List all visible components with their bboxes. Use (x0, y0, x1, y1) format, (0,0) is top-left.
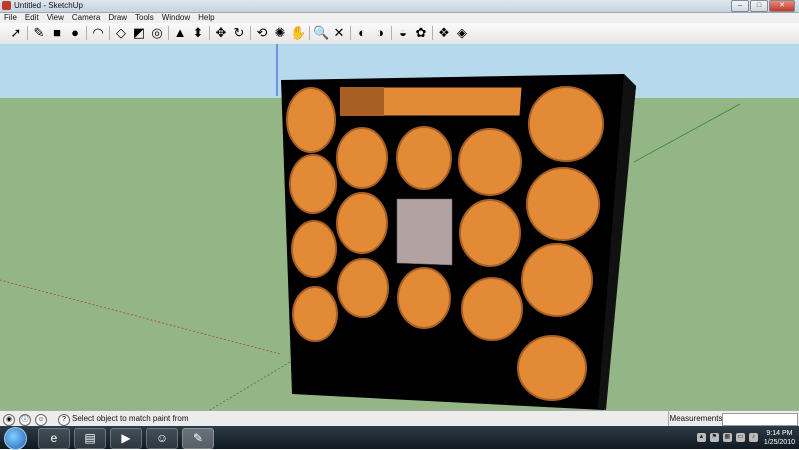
window-title: Untitled - SketchUp (14, 1, 83, 10)
model-viewport[interactable] (0, 44, 799, 410)
orbit-tool-icon[interactable]: ✺ (272, 25, 288, 41)
next-view-icon[interactable]: ◑ (372, 25, 388, 41)
measurements-input[interactable] (722, 413, 798, 426)
menu-bar: File Edit View Camera Draw Tools Window … (0, 13, 799, 23)
offset-tool-icon[interactable]: ⟲ (254, 25, 270, 41)
selected-panel (396, 198, 453, 266)
rectangle-tool-icon[interactable]: ■ (49, 25, 65, 41)
port-col3-2 (397, 267, 451, 329)
window-controls: – □ ✕ (730, 0, 795, 12)
get-models-icon[interactable]: ◒ (395, 25, 411, 41)
port-right-3 (521, 243, 593, 317)
title-bar: Untitled - SketchUp – □ ✕ (0, 0, 799, 13)
port-col2-1 (336, 127, 388, 189)
paint-bucket-icon[interactable]: ▲ (172, 25, 188, 41)
tray-volume-icon[interactable]: ♪ (748, 433, 758, 442)
menu-edit[interactable]: Edit (21, 13, 43, 23)
select-tool-icon[interactable]: ➚ (8, 25, 24, 41)
maximize-button[interactable]: □ (750, 0, 768, 12)
menu-file[interactable]: File (0, 13, 21, 23)
port-col4-1 (458, 128, 522, 196)
components-icon[interactable]: ❖ (436, 25, 452, 41)
port-right-1 (528, 86, 604, 162)
port-col3-1 (396, 126, 452, 190)
zoom-extents-icon[interactable]: ✕ (331, 25, 347, 41)
pan-tool-icon[interactable]: ✋ (290, 25, 306, 41)
media-player-taskbar-icon[interactable]: ▶ (110, 428, 142, 449)
toolbar-separator (391, 26, 392, 40)
geo-location-icon[interactable]: ◉ (3, 414, 15, 426)
sketchup-app-icon (2, 1, 11, 10)
port-col2-2 (336, 192, 388, 254)
measurements-label: Measurements (668, 411, 723, 427)
port-right-4 (517, 335, 587, 401)
3d-scene (0, 44, 799, 410)
circle-tool-icon[interactable]: ● (67, 25, 83, 41)
minimize-button[interactable]: – (731, 0, 749, 12)
move-tool-icon[interactable]: ✥ (213, 25, 229, 41)
credits-icon[interactable]: ⓘ (19, 414, 31, 426)
close-button[interactable]: ✕ (769, 0, 795, 12)
menu-tools[interactable]: Tools (131, 13, 158, 23)
toolbar-separator (209, 26, 210, 40)
tray-power-icon[interactable]: ▭ (735, 433, 745, 442)
port-col4-2 (459, 199, 521, 267)
toolbar-separator (350, 26, 351, 40)
main-toolbar: ➚ ✎ ■ ● ◠ ◇ ◩ ◎ ▲ ⬍ ✥ ↻ ⟲ ✺ ✋ 🔍 ✕ ◐ ◑ ◒ ✿ ❖ ◈ (0, 23, 799, 45)
port-left-4 (292, 286, 338, 342)
clock-time: 9:14 PM (766, 429, 793, 437)
port-left-3 (291, 220, 337, 278)
tray-arrow-icon[interactable]: ▲ (696, 433, 706, 442)
toolbar-separator (309, 26, 310, 40)
messenger-taskbar-icon[interactable]: ☺ (146, 428, 178, 449)
share-component-icon[interactable]: ◈ (454, 25, 470, 41)
port-left-1 (286, 87, 336, 153)
tape-measure-icon[interactable]: ◎ (149, 25, 165, 41)
sketchup-taskbar-icon[interactable]: ✎ (182, 428, 214, 449)
top-slot-shadow (340, 87, 384, 116)
status-message: Select object to match paint from (72, 414, 189, 423)
make-component-icon[interactable]: ◇ (113, 25, 129, 41)
tray-flag-icon[interactable]: ⚑ (709, 433, 719, 442)
windows-taskbar: e ▤ ▶ ☺ ✎ ▲ ⚑ ▦ ▭ ♪ 9:14 PM 1/25/2010 (0, 426, 799, 450)
help-icon[interactable]: ? (58, 414, 70, 426)
toolbar-separator (86, 26, 87, 40)
port-col2-3 (337, 258, 389, 318)
toolbar-separator (27, 26, 28, 40)
tray-network-icon[interactable]: ▦ (722, 433, 732, 442)
start-button[interactable] (4, 427, 27, 450)
system-tray: ▲ ⚑ ▦ ▭ ♪ 9:14 PM 1/25/2010 (693, 426, 795, 449)
system-clock[interactable]: 9:14 PM 1/25/2010 (764, 429, 795, 447)
previous-view-icon[interactable]: ◐ (354, 25, 370, 41)
menu-draw[interactable]: Draw (104, 13, 131, 23)
arc-tool-icon[interactable]: ◠ (90, 25, 106, 41)
port-right-2 (526, 167, 600, 241)
toolbar-separator (432, 26, 433, 40)
clock-date: 1/25/2010 (763, 438, 795, 446)
menu-window[interactable]: Window (158, 13, 194, 23)
rotate-tool-icon[interactable]: ↻ (231, 25, 247, 41)
toolbar-separator (109, 26, 110, 40)
user-icon[interactable]: ☺ (35, 414, 47, 426)
share-model-icon[interactable]: ✿ (413, 25, 429, 41)
menu-camera[interactable]: Camera (68, 13, 104, 23)
explorer-taskbar-icon[interactable]: ▤ (74, 428, 106, 449)
status-bar: ◉ ⓘ ☺ ? Select object to match paint fro… (0, 410, 799, 427)
line-tool-icon[interactable]: ✎ (31, 25, 47, 41)
eraser-tool-icon[interactable]: ◩ (131, 25, 147, 41)
zoom-tool-icon[interactable]: 🔍 (313, 25, 329, 41)
menu-view[interactable]: View (43, 13, 68, 23)
port-col4-3 (461, 277, 523, 341)
toolbar-separator (250, 26, 251, 40)
push-pull-icon[interactable]: ⬍ (190, 25, 206, 41)
port-left-2 (289, 154, 337, 214)
ie-taskbar-icon[interactable]: e (38, 428, 70, 449)
toolbar-separator (168, 26, 169, 40)
menu-help[interactable]: Help (194, 13, 218, 23)
